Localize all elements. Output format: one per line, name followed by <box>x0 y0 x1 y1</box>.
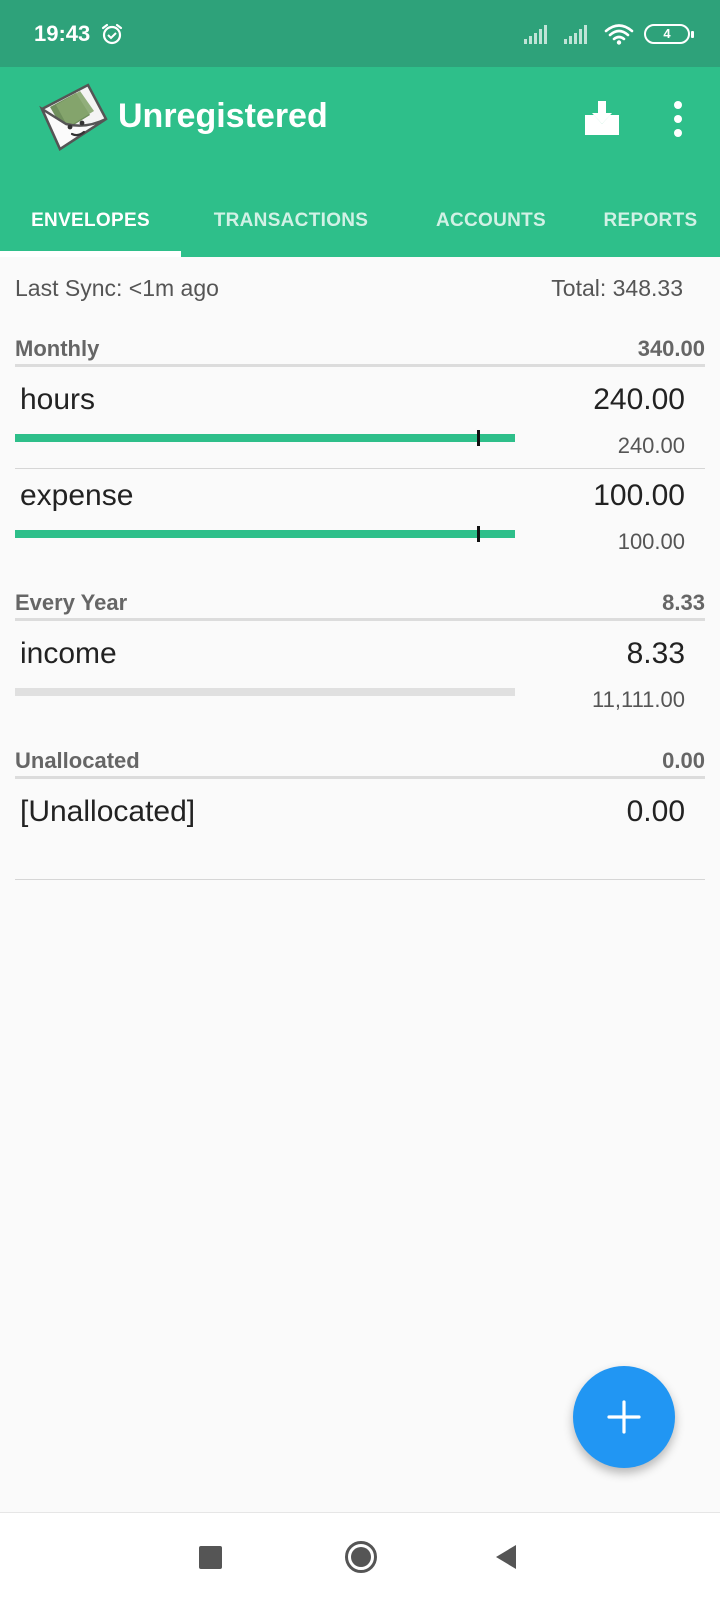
app-title: Unregistered <box>118 97 328 135</box>
envelope-budget: 11,111.00 <box>592 687 685 712</box>
battery-level: 4 <box>663 26 671 41</box>
envelope-progress-bar <box>15 526 515 542</box>
group-total: 8.33 <box>662 589 705 615</box>
status-time: 19:43 <box>34 20 91 46</box>
envelope-amount: 0.00 <box>626 795 685 828</box>
group-header-every-year: Every Year 8.33 <box>15 587 705 621</box>
tab-transactions[interactable]: TRANSACTIONS <box>181 185 401 257</box>
envelope-progress-marker <box>477 526 480 542</box>
envelope-row-hours[interactable]: hours 240.00 240.00 <box>15 383 705 468</box>
envelope-logo-icon <box>39 83 108 151</box>
status-right: 4 <box>524 23 694 45</box>
signal-icon <box>524 24 547 44</box>
status-left: 19:43 <box>34 21 124 47</box>
alarm-icon <box>102 23 123 44</box>
system-nav-bar <box>0 1512 720 1600</box>
back-triangle-icon[interactable] <box>494 1544 518 1570</box>
group-total: 340.00 <box>637 335 705 361</box>
recents-square-icon[interactable] <box>199 1546 222 1569</box>
envelope-progress-marker <box>477 430 480 446</box>
envelope-amount: 100.00 <box>593 479 685 512</box>
tab-label: TRANSACTIONS <box>213 210 369 231</box>
plus-icon <box>607 1400 641 1434</box>
envelope-budget: 240.00 <box>617 433 685 458</box>
envelope-progress-fill <box>15 530 515 538</box>
tab-reports[interactable]: REPORTS <box>581 185 720 257</box>
envelope-progress-fill <box>15 434 515 442</box>
envelope-name: [Unallocated] <box>20 795 196 828</box>
envelope-row-income[interactable]: income 8.33 11,111.00 <box>15 637 705 722</box>
app-bar: Unregistered ENVELOPES TRANSACTIONS ACCO… <box>0 67 720 257</box>
row-divider <box>15 879 705 880</box>
add-envelope-button[interactable] <box>573 1366 675 1468</box>
tab-accounts[interactable]: ACCOUNTS <box>401 185 581 257</box>
group-name: Unallocated <box>15 747 140 773</box>
tab-indicator <box>0 251 181 257</box>
total-text: Total: 348.33 <box>551 275 683 301</box>
wifi-icon <box>604 23 634 45</box>
home-circle-icon[interactable] <box>344 1540 378 1574</box>
tab-label: ACCOUNTS <box>435 210 547 231</box>
envelope-progress-bar <box>15 688 515 696</box>
group-header-unallocated: Unallocated 0.00 <box>15 745 705 779</box>
tab-envelopes[interactable]: ENVELOPES <box>0 185 181 257</box>
envelope-budget: 100.00 <box>617 529 685 554</box>
tab-label: ENVELOPES <box>31 210 150 231</box>
envelope-progress-bar <box>15 430 515 446</box>
group-header-monthly: Monthly 340.00 <box>15 333 705 367</box>
row-divider <box>15 468 705 469</box>
envelope-row-unallocated[interactable]: [Unallocated] 0.00 <box>15 795 705 865</box>
summary-row: Last Sync: <1m ago Total: 348.33 <box>15 275 705 302</box>
tab-label: REPORTS <box>603 210 698 231</box>
group-name: Monthly <box>15 335 100 361</box>
envelope-name: income <box>20 637 117 670</box>
group-total: 0.00 <box>662 747 705 773</box>
envelope-amount: 8.33 <box>626 637 685 670</box>
envelope-name: hours <box>20 383 96 416</box>
last-sync-text: Last Sync: <1m ago <box>15 275 219 301</box>
envelope-amount: 240.00 <box>593 383 685 416</box>
envelope-name: expense <box>20 479 134 512</box>
battery-icon: 4 <box>644 23 694 44</box>
tab-bar: ENVELOPES TRANSACTIONS ACCOUNTS REPORTS <box>0 185 720 257</box>
more-vert-icon[interactable] <box>663 99 693 139</box>
signal-icon <box>564 24 587 44</box>
envelope-row-expense[interactable]: expense 100.00 100.00 <box>15 479 705 564</box>
group-name: Every Year <box>15 589 128 615</box>
status-bar: 19:43 4 <box>0 0 720 67</box>
download-inbox-icon[interactable] <box>582 99 622 139</box>
